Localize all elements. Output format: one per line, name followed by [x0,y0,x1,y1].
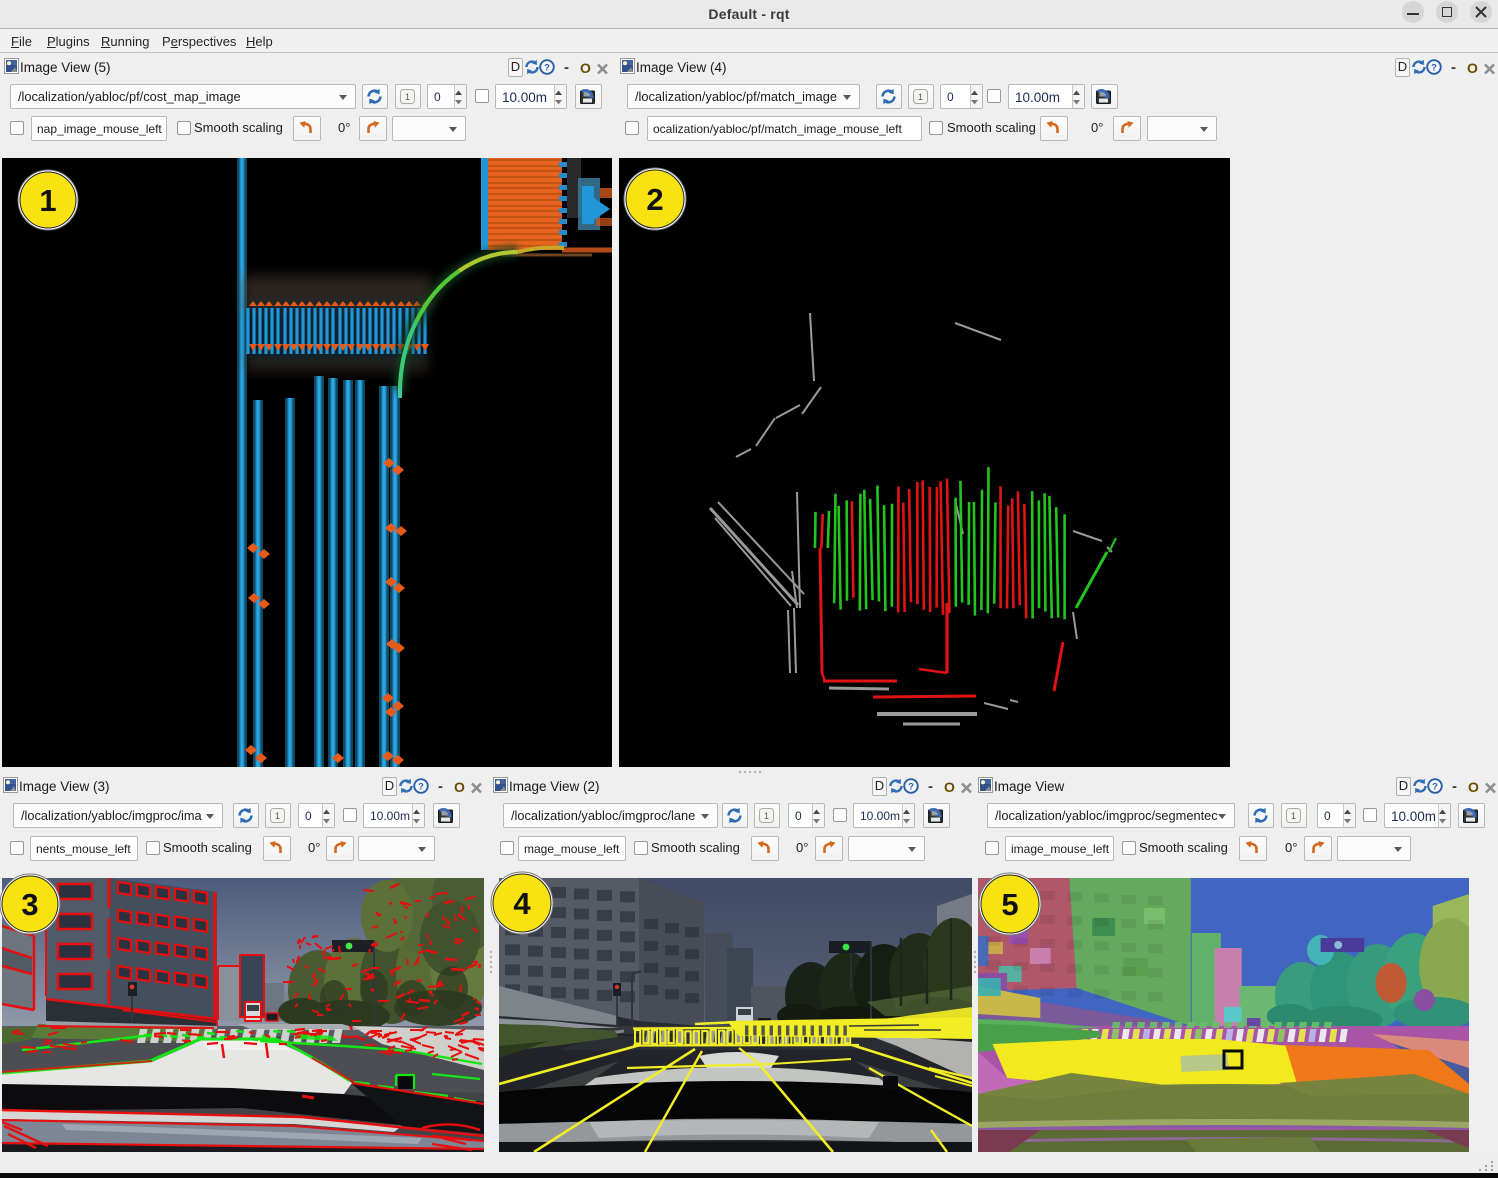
svg-text:1: 1 [764,811,769,821]
svg-text:1: 1 [918,92,923,102]
svg-text:1: 1 [275,811,280,821]
svg-text:?: ? [544,61,550,72]
svg-text:?: ? [1431,61,1437,72]
svg-text:?: ? [418,780,424,791]
svg-text:1: 1 [405,92,410,102]
svg-text:5: 5 [1001,887,1018,922]
svg-text:3: 3 [21,887,38,922]
svg-text:2: 2 [646,182,663,217]
svg-text:1: 1 [39,183,56,218]
svg-text:?: ? [908,780,914,791]
svg-text:4: 4 [513,886,531,921]
svg-text:?: ? [1432,780,1438,791]
svg-text:1: 1 [1291,811,1296,821]
